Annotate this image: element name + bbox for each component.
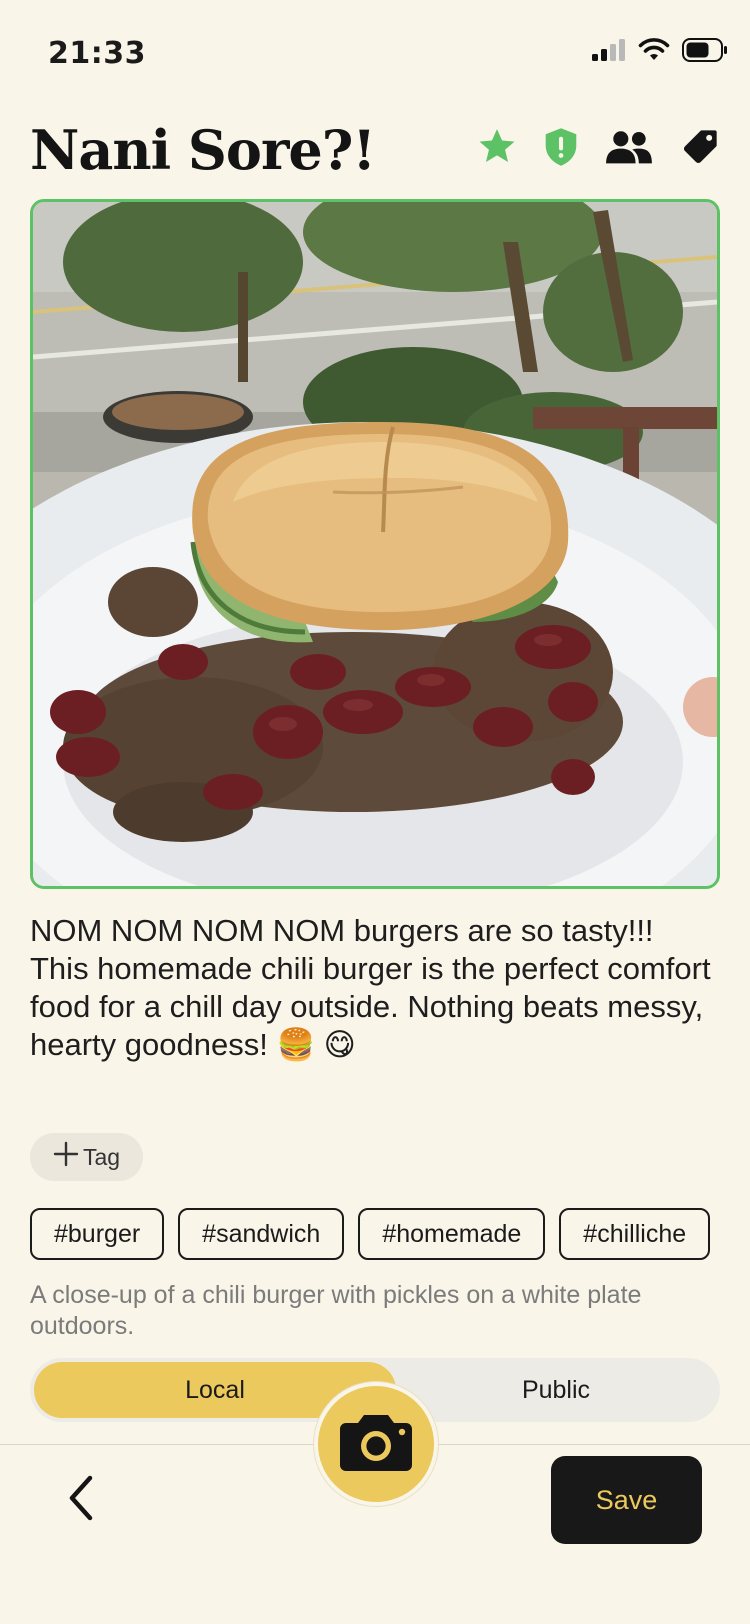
tag-chip-burger[interactable]: #burger [30,1208,165,1260]
add-tag-label: Tag [82,1143,121,1170]
image-description: A close-up of a chili burger with pickle… [30,1281,642,1340]
header: Nani Sore?! [30,118,720,188]
visibility-public-option[interactable]: Public [396,1362,716,1418]
tag-icon[interactable] [680,127,720,167]
star-icon[interactable] [476,126,518,168]
status-bar: 21:33 [0,0,750,100]
camera-icon [338,1411,414,1478]
plus-icon [53,1141,79,1173]
post-caption[interactable]: NOM NOM NOM NOM burgers are so tasty!!! … [30,912,720,1064]
status-time: 21:33 [48,36,146,71]
save-button[interactable]: Save [551,1456,702,1544]
battery-icon [682,38,728,67]
people-icon[interactable] [604,129,654,165]
food-photo[interactable] [30,199,720,889]
add-tag-button[interactable]: Tag [30,1133,143,1181]
camera-button[interactable] [314,1382,438,1506]
signal-icon [592,39,626,66]
tag-chip-sandwich[interactable]: #sandwich [178,1208,345,1260]
page-title: Nani Sore?! [30,118,376,182]
wifi-icon [638,38,670,67]
tag-chip-chilli[interactable]: #chilliche [559,1208,711,1260]
shield-alert-icon[interactable] [544,126,578,168]
chevron-left-icon [66,1474,96,1527]
burger-photo-illustration [33,202,717,886]
tag-chip-homemade[interactable]: #homemade [358,1208,546,1260]
back-button[interactable] [56,1470,106,1530]
tags-list: #burger #sandwich #homemade #chilliche [30,1208,720,1260]
header-actions [476,126,720,168]
status-icons [592,38,728,67]
